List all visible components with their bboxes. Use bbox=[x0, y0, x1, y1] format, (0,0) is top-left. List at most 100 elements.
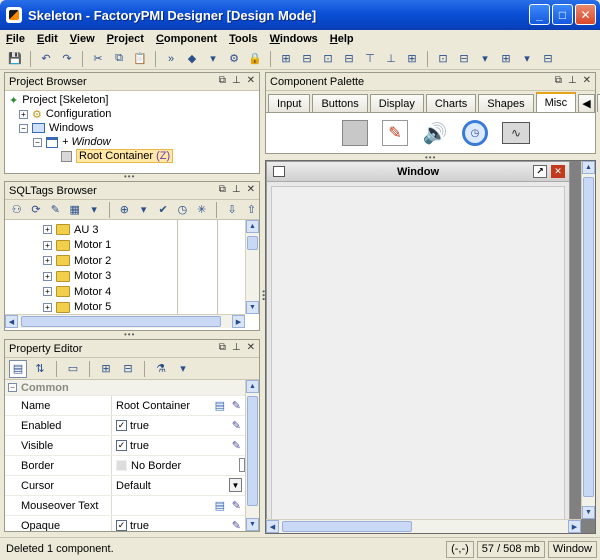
menu-tools[interactable]: Tools bbox=[229, 33, 258, 45]
distribute-v-icon[interactable]: ⊟ bbox=[455, 50, 473, 68]
align-middle-icon[interactable]: ⊥ bbox=[382, 50, 400, 68]
edit-icon[interactable]: ✎ bbox=[48, 201, 63, 219]
vertical-scrollbar[interactable]: ▲ ▼ bbox=[581, 161, 595, 519]
tab-shapes[interactable]: Shapes bbox=[478, 94, 534, 112]
close-icon[interactable]: ✕ bbox=[247, 184, 255, 195]
save-icon[interactable]: 💾 bbox=[6, 50, 24, 68]
expand-icon[interactable]: + bbox=[19, 109, 28, 119]
float-icon[interactable]: ⧉ bbox=[219, 184, 226, 195]
float-icon[interactable]: ⧉ bbox=[555, 75, 562, 86]
redo-icon[interactable]: ↷ bbox=[58, 50, 76, 68]
tab-buttons[interactable]: Buttons bbox=[312, 94, 368, 112]
layer-icon[interactable]: ⊟ bbox=[539, 50, 557, 68]
scroll-thumb[interactable] bbox=[21, 316, 221, 327]
close-icon[interactable]: ✕ bbox=[583, 75, 591, 86]
close-icon[interactable]: ✕ bbox=[551, 165, 565, 178]
checkbox-icon[interactable]: ✓ bbox=[116, 520, 127, 531]
tag-folder-row[interactable]: + Motor 4 bbox=[43, 284, 245, 300]
container-component-icon[interactable] bbox=[342, 120, 368, 146]
scroll-right-icon[interactable]: ▶ bbox=[232, 315, 245, 328]
paste-icon[interactable]: 📋 bbox=[131, 50, 149, 68]
chevron-down-icon[interactable]: ▾ bbox=[174, 360, 192, 378]
close-icon[interactable]: ✕ bbox=[247, 342, 255, 353]
scroll-up-icon[interactable]: ▲ bbox=[582, 161, 595, 174]
pin-icon[interactable]: ⊥ bbox=[232, 184, 241, 195]
edit-binding-icon[interactable]: ✎ bbox=[232, 519, 241, 531]
align-left-icon[interactable]: ⊟ bbox=[298, 50, 316, 68]
menu-project[interactable]: Project bbox=[107, 33, 144, 45]
overflow-icon[interactable]: » bbox=[162, 50, 180, 68]
expand-all-icon[interactable]: ⊞ bbox=[97, 360, 115, 378]
scroll-up-icon[interactable]: ▲ bbox=[246, 220, 259, 233]
float-icon[interactable]: ⧉ bbox=[219, 342, 226, 353]
expand-icon[interactable]: + bbox=[43, 225, 52, 235]
edit-binding-icon[interactable]: ✎ bbox=[232, 439, 241, 452]
collapse-icon[interactable]: − bbox=[8, 383, 17, 392]
expand-icon[interactable]: + bbox=[43, 271, 52, 281]
size-icon[interactable]: ⊞ bbox=[497, 50, 515, 68]
memory-usage[interactable]: 57 / 508 mb bbox=[476, 540, 545, 558]
export-icon[interactable]: ⇧ bbox=[244, 201, 259, 219]
pin-icon[interactable]: ⊥ bbox=[568, 75, 577, 86]
chevron-down-icon[interactable]: ▾ bbox=[136, 201, 151, 219]
section-header-common[interactable]: − Common bbox=[5, 380, 245, 396]
refresh-icon[interactable]: ⟳ bbox=[28, 201, 43, 219]
field-icon[interactable]: ▭ bbox=[64, 360, 82, 378]
tag-folder-row[interactable]: + Motor 1 bbox=[43, 238, 245, 254]
menu-windows[interactable]: Windows bbox=[270, 33, 318, 45]
horizontal-scrollbar[interactable]: ◀ ▶ bbox=[266, 519, 581, 533]
property-row-opaque[interactable]: Opaque ✓ true ✎ bbox=[5, 516, 245, 531]
align-right-icon[interactable]: ⊟ bbox=[340, 50, 358, 68]
tab-charts[interactable]: Charts bbox=[425, 94, 477, 112]
signal-generator-icon[interactable]: ∿ bbox=[502, 122, 530, 144]
tree-item-windows[interactable]: − Windows bbox=[9, 121, 255, 135]
maximize-icon[interactable]: ↗ bbox=[533, 165, 547, 178]
edit-binding-icon[interactable]: ✎ bbox=[232, 499, 241, 512]
property-row-name[interactable]: Name Root Container ▤ ✎ bbox=[5, 396, 245, 416]
align-top-icon[interactable]: ⊤ bbox=[361, 50, 379, 68]
tree-item-root-container[interactable]: Root Container (Z) bbox=[9, 149, 255, 163]
vertical-scrollbar[interactable]: ▲ ▼ bbox=[245, 380, 259, 531]
tree-item-project[interactable]: ✦ Project [Skeleton] bbox=[9, 93, 255, 107]
edit-binding-icon[interactable]: ✎ bbox=[232, 399, 241, 412]
window-frame[interactable]: Window ↗ ✕ bbox=[266, 161, 570, 533]
property-row-mouseover-text[interactable]: Mouseover Text ▤ ✎ bbox=[5, 496, 245, 516]
edit-binding-icon[interactable]: ✎ bbox=[232, 419, 241, 432]
pin-icon[interactable]: ⊥ bbox=[232, 342, 241, 353]
property-row-cursor[interactable]: Cursor Default ▼ bbox=[5, 476, 245, 496]
vertical-scrollbar[interactable]: ▲ ▼ bbox=[245, 220, 259, 314]
scroll-left-icon[interactable]: ◀ bbox=[5, 315, 18, 328]
scroll-thumb[interactable] bbox=[282, 521, 412, 532]
timer-icon[interactable]: ◷ bbox=[462, 120, 488, 146]
collapse-all-icon[interactable]: ⊟ bbox=[119, 360, 137, 378]
scroll-down-icon[interactable]: ▼ bbox=[582, 506, 595, 519]
component-icon[interactable]: ◆ bbox=[183, 50, 201, 68]
property-row-border[interactable]: Border No Border bbox=[5, 456, 245, 476]
maximize-button[interactable]: □ bbox=[552, 4, 573, 25]
cursor-select[interactable]: Default bbox=[116, 480, 151, 492]
root-container-area[interactable] bbox=[271, 186, 565, 528]
chevron-down-icon[interactable]: ▾ bbox=[204, 50, 222, 68]
checkbox-icon[interactable]: ✓ bbox=[116, 420, 127, 431]
scroll-thumb[interactable] bbox=[247, 236, 258, 250]
chevron-down-icon[interactable]: ▾ bbox=[86, 201, 101, 219]
tag-check-icon[interactable]: ✔ bbox=[155, 201, 170, 219]
collapse-icon[interactable]: − bbox=[19, 123, 28, 133]
menu-component[interactable]: Component bbox=[156, 33, 217, 45]
close-button[interactable]: ✕ bbox=[575, 4, 596, 25]
sort-az-icon[interactable]: ⇅ bbox=[31, 360, 49, 378]
tab-scroll-left-icon[interactable]: ◀ bbox=[578, 94, 595, 112]
tree-item-window[interactable]: − + Window bbox=[9, 135, 255, 149]
categorized-icon[interactable]: ▤ bbox=[9, 359, 27, 378]
tag-folder-row[interactable]: + Motor 5 bbox=[43, 300, 245, 316]
paintable-canvas-icon[interactable]: ✎ bbox=[382, 120, 408, 146]
tag-folder-row[interactable]: + AU 3 bbox=[43, 222, 245, 238]
table-icon[interactable]: ▦ bbox=[67, 201, 82, 219]
tag-folder-row[interactable]: + Motor 3 bbox=[43, 269, 245, 285]
checkbox-icon[interactable]: ✓ bbox=[116, 440, 127, 451]
tab-misc[interactable]: Misc bbox=[535, 92, 577, 112]
copy-icon[interactable]: ⧉ bbox=[110, 50, 128, 68]
view-mode[interactable]: Window bbox=[547, 540, 597, 558]
scroll-down-icon[interactable]: ▼ bbox=[246, 518, 259, 531]
close-icon[interactable]: ✕ bbox=[247, 75, 255, 86]
